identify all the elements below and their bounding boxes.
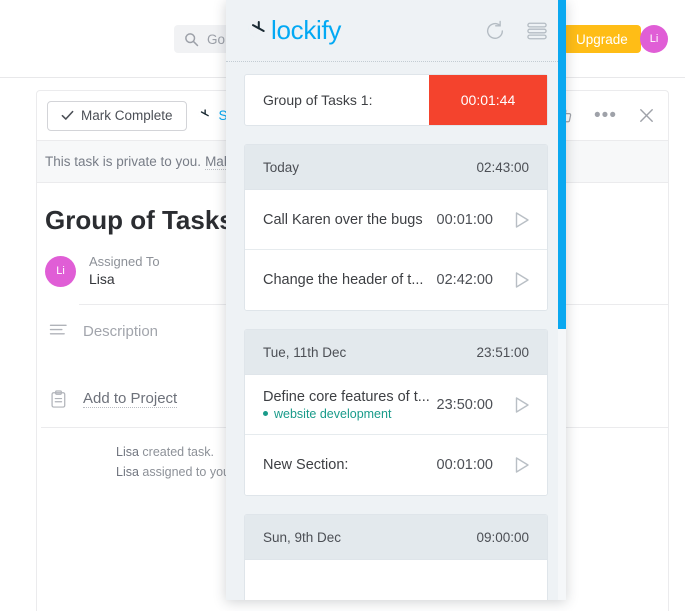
time-entry-row[interactable] [245,560,547,600]
activity-action: created task. [142,445,214,459]
popup-header: lockify [226,0,566,62]
assigned-to-label: Assigned To [89,254,160,269]
popup-scrollbar-thumb[interactable] [558,0,566,329]
clockify-icon [197,106,213,125]
play-icon[interactable] [509,393,533,417]
clockify-logo-text: lockify [271,15,342,45]
day-group: Today 02:43:00 Call Karen over the bugs … [244,144,548,311]
upgrade-button[interactable]: Upgrade [563,25,641,53]
day-header: Today 02:43:00 [245,145,547,190]
clipboard-icon [47,390,69,409]
clockify-logo: lockify [246,15,341,46]
assignee-avatar: Li [45,255,76,287]
activity-actor: Lisa [116,465,139,479]
time-entry-title: Call Karen over the bugs [263,211,423,228]
time-entry-title: Change the header of t... [263,272,424,288]
avatar[interactable]: Li [640,25,668,53]
day-label: Today [263,159,300,175]
day-total: 09:00:00 [476,529,529,545]
task-right-actions: ••• [555,91,656,140]
time-entry-main: Call Karen over the bugs [263,212,437,228]
day-total: 23:51:00 [476,344,529,360]
assignee-name: Lisa [89,271,115,287]
time-entry-row[interactable]: New Section: 00:01:00 [245,435,547,495]
description-icon [47,323,69,338]
close-icon[interactable] [637,106,656,125]
hamburger-menu-icon[interactable] [526,21,548,41]
popup-scroll-area[interactable]: Group of Tasks 1: 00:01:44 Today 02:43:0… [226,62,566,600]
time-entry-project[interactable]: website development [263,407,437,421]
refresh-icon[interactable] [484,20,506,42]
time-entry-duration: 23:50:00 [436,396,493,413]
time-entry-main: New Section: [263,457,437,473]
play-icon[interactable] [509,453,533,477]
time-entry-duration: 00:01:00 [436,211,493,228]
add-to-project-link[interactable]: Add to Project [83,390,178,408]
day-label: Tue, 11th Dec [263,344,347,360]
popup-header-icons [484,20,548,42]
check-icon [61,109,74,122]
time-entry-title: Define core features of t... [263,388,430,405]
ellipsis-icon[interactable]: ••• [594,104,617,126]
mark-complete-label: Mark Complete [81,108,173,123]
day-total: 02:43:00 [476,159,529,175]
day-group: Tue, 11th Dec 23:51:00 Define core featu… [244,329,548,496]
current-timer-card: Group of Tasks 1: 00:01:44 [244,74,548,126]
time-entry-main: Change the header of t... [263,272,437,288]
stop-timer-button[interactable]: 00:01:44 [429,75,547,125]
time-entry-duration: 02:42:00 [436,272,493,288]
time-entry-title: New Section: [263,457,349,473]
time-entry-row[interactable]: Change the header of t... 02:42:00 [245,250,547,310]
clockify-logo-icon [246,16,271,46]
play-icon[interactable] [509,208,533,232]
day-label: Sun, 9th Dec [263,529,342,545]
time-entry-row[interactable]: Define core features of t... website dev… [245,375,547,435]
time-entry-row[interactable]: Call Karen over the bugs 00:01:00 [245,190,547,250]
screen-root: Go to... Upgrade Li Mark Complete [0,0,685,611]
privacy-notice-text: This task is private to you. [45,154,202,169]
clockify-popup: lockify Group of Tasks 1: 00:01:44 Today… [226,0,566,600]
play-icon[interactable] [509,268,533,292]
current-timer-title[interactable]: Group of Tasks 1: [263,92,429,108]
day-header: Sun, 9th Dec 09:00:00 [245,515,547,560]
description-label: Description [83,323,159,340]
project-color-dot [263,411,268,416]
day-group: Sun, 9th Dec 09:00:00 [244,514,548,600]
time-entry-main: Define core features of t... website dev… [263,389,437,421]
activity-action: assigned to you. [142,465,234,479]
time-entry-duration: 00:01:00 [436,457,493,473]
day-header: Tue, 11th Dec 23:51:00 [245,330,547,375]
mark-complete-button[interactable]: Mark Complete [47,100,187,131]
project-name: website development [274,406,392,421]
activity-actor: Lisa [116,445,139,459]
search-icon [184,32,199,47]
ellipsis-glyph: ••• [594,104,617,126]
